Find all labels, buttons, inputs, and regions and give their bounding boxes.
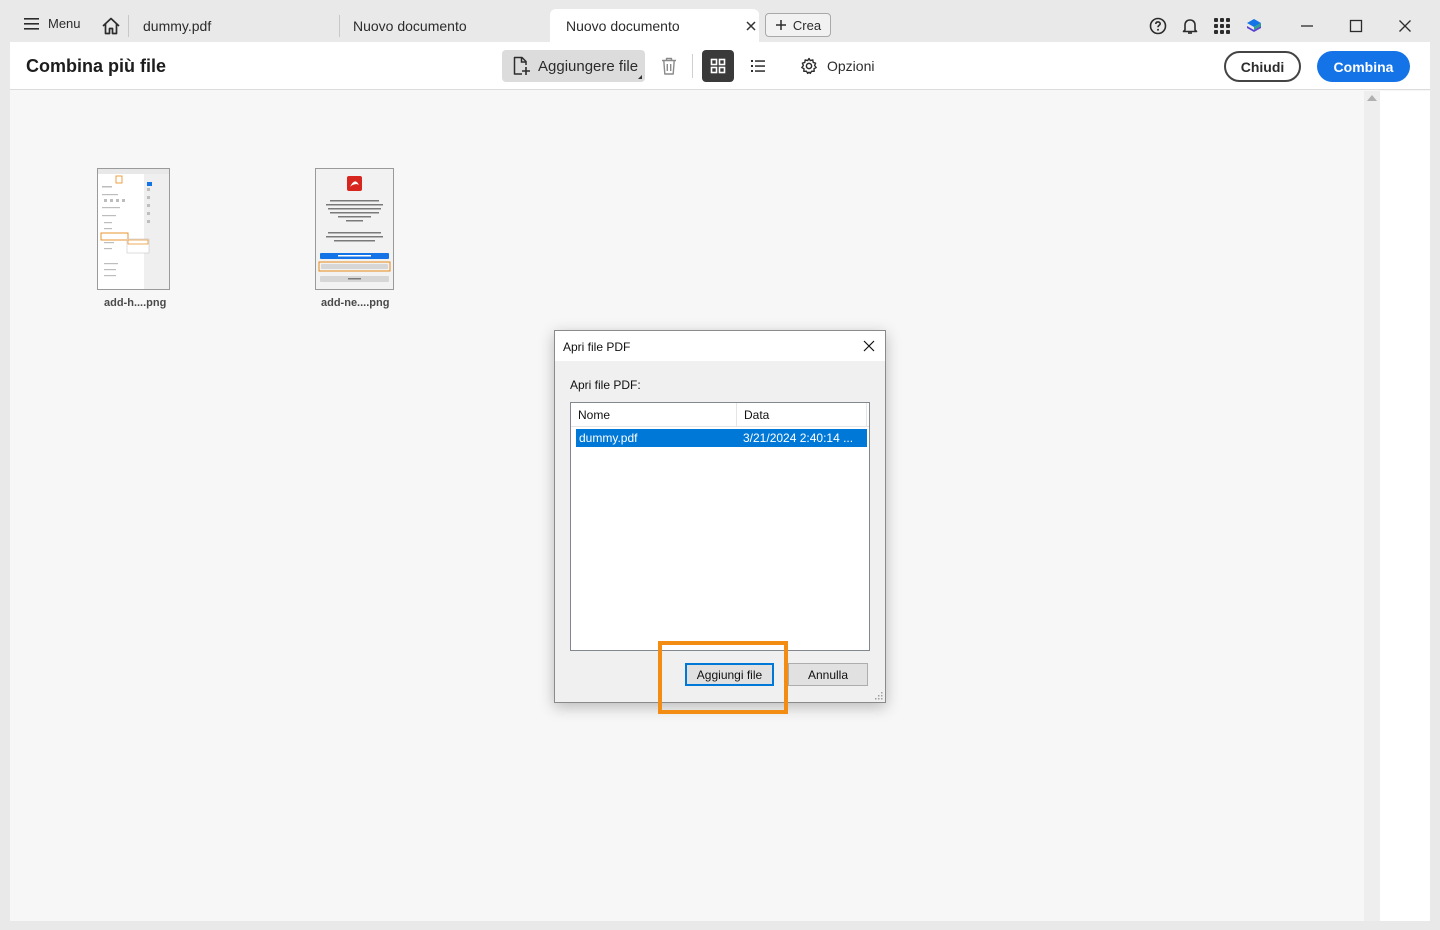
column-header-name[interactable]: Nome (571, 403, 737, 427)
combine-toolbar: Combina più file Aggiungere file Opzioni… (10, 42, 1430, 90)
dialog-titlebar: Apri file PDF (555, 331, 885, 361)
close-icon (1399, 20, 1411, 32)
list-item[interactable]: dummy.pdf 3/21/2024 2:40:14 ... (576, 429, 867, 447)
tab-bar: Menu dummy.pdf Nuovo documento Nuovo doc… (10, 9, 1430, 42)
minimize-button[interactable] (1296, 15, 1318, 37)
close-icon (746, 21, 756, 31)
file-name-label: add-h....png (104, 297, 167, 309)
vertical-scrollbar[interactable] (1364, 91, 1380, 921)
tab-dummy-pdf[interactable]: dummy.pdf (127, 15, 340, 37)
file-list[interactable]: Nome Data dummy.pdf 3/21/2024 2:40:14 ..… (570, 402, 870, 651)
list-header: Nome Data (571, 403, 869, 427)
open-pdf-dialog: Apri file PDF Apri file PDF: Nome Data d… (554, 330, 886, 703)
column-header-date[interactable]: Data (737, 403, 867, 427)
bell-icon (1182, 19, 1198, 34)
close-button[interactable]: Chiudi (1224, 51, 1301, 82)
tab-label: Nuovo documento (353, 17, 467, 34)
tab-label: Nuovo documento (566, 17, 680, 34)
apps-button[interactable] (1211, 15, 1233, 37)
file-name-cell: dummy.pdf (579, 431, 638, 445)
minimize-icon (1301, 25, 1313, 27)
tab-close-button[interactable] (743, 18, 759, 34)
resize-grip-icon[interactable] (873, 690, 883, 700)
file-name-label: add-ne....png (321, 297, 390, 309)
tab-label: dummy.pdf (143, 18, 212, 34)
grid-view-button[interactable] (702, 50, 734, 82)
grid-view-icon (710, 58, 726, 74)
close-icon (863, 340, 875, 352)
ai-assistant-button[interactable] (1243, 15, 1265, 37)
dialog-label: Apri file PDF: (570, 378, 641, 392)
trash-icon (662, 57, 676, 75)
combine-button[interactable]: Combina (1317, 51, 1410, 82)
file-thumbnail[interactable]: add-ne....png (315, 168, 405, 309)
list-view-button[interactable] (742, 50, 774, 82)
file-preview-image (315, 168, 394, 290)
file-date-cell: 3/21/2024 2:40:14 ... (743, 431, 854, 445)
options-button[interactable]: Opzioni (800, 50, 874, 82)
home-button[interactable] (100, 15, 122, 37)
tab-nuovo-documento-1[interactable]: Nuovo documento (337, 9, 550, 42)
dialog-close-button[interactable] (861, 338, 877, 354)
gear-icon (801, 57, 817, 75)
menu-label: Menu (48, 16, 81, 31)
right-side-panel (1380, 91, 1430, 921)
cancel-button[interactable]: Annulla (788, 663, 868, 686)
file-thumbnail[interactable]: add-h....png (97, 168, 179, 309)
options-label: Opzioni (827, 58, 875, 74)
plus-icon (775, 20, 786, 30)
maximize-button[interactable] (1345, 15, 1367, 37)
hamburger-icon (24, 17, 39, 30)
page-title: Combina più file (26, 56, 167, 76)
add-file-button[interactable]: Aggiungi file (685, 663, 774, 686)
help-button[interactable] (1147, 15, 1169, 37)
layers-icon (1247, 19, 1261, 32)
dialog-title: Apri file PDF (563, 340, 631, 354)
help-icon (1149, 17, 1167, 35)
scroll-up-arrow-icon[interactable] (1367, 95, 1377, 101)
crea-label: Crea (792, 17, 822, 33)
notifications-button[interactable] (1179, 15, 1201, 37)
toolbar-divider (692, 54, 693, 78)
crea-button[interactable]: Crea (765, 13, 831, 37)
file-preview-image (97, 168, 170, 290)
add-files-label: Aggiungere file (538, 57, 639, 75)
tab-nuovo-documento-2[interactable]: Nuovo documento (550, 9, 759, 42)
delete-button[interactable] (653, 50, 685, 82)
list-view-icon (751, 60, 765, 72)
maximize-icon (1349, 19, 1363, 33)
home-icon (102, 17, 120, 35)
add-file-icon (513, 56, 530, 75)
dropdown-caret-icon (638, 75, 642, 79)
window-close-button[interactable] (1394, 15, 1416, 37)
add-files-button[interactable]: Aggiungere file (502, 50, 645, 82)
menu-button[interactable]: Menu (24, 16, 81, 31)
apps-grid-icon (1214, 18, 1230, 34)
